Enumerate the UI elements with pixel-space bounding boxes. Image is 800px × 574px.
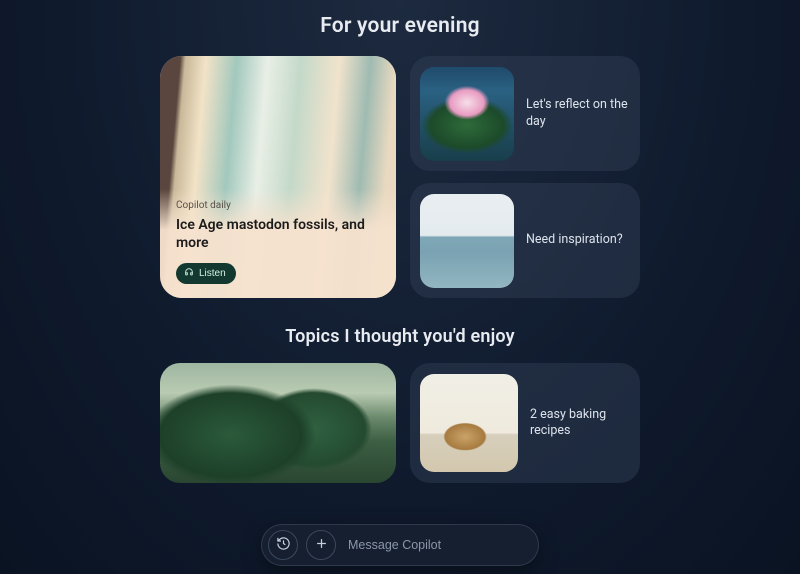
sea-thumbnail bbox=[420, 194, 514, 288]
hero-content: Copilot daily Ice Age mastodon fossils, … bbox=[176, 200, 380, 284]
side-card-inspiration[interactable]: Need inspiration? bbox=[410, 183, 640, 298]
evening-side-column: Let's reflect on the day Need inspiratio… bbox=[410, 56, 640, 298]
section-title-evening: For your evening bbox=[160, 14, 640, 38]
headphones-icon bbox=[184, 267, 194, 280]
plus-icon bbox=[314, 536, 329, 554]
listen-button[interactable]: Listen bbox=[176, 263, 236, 284]
composer-bar bbox=[261, 524, 539, 566]
evening-row: Copilot daily Ice Age mastodon fossils, … bbox=[160, 56, 640, 298]
add-button[interactable] bbox=[306, 530, 336, 560]
bread-thumbnail bbox=[420, 374, 518, 472]
message-input[interactable] bbox=[344, 538, 494, 552]
side-card-label: Let's reflect on the day bbox=[526, 97, 630, 130]
topics-row: 2 easy baking recipes bbox=[160, 363, 640, 483]
hero-headline: Ice Age mastodon fossils, and more bbox=[176, 217, 380, 252]
topic-card-label: 2 easy baking recipes bbox=[530, 407, 630, 440]
side-card-reflect[interactable]: Let's reflect on the day bbox=[410, 56, 640, 171]
lotus-thumbnail bbox=[420, 67, 514, 161]
hero-card[interactable]: Copilot daily Ice Age mastodon fossils, … bbox=[160, 56, 396, 298]
listen-label: Listen bbox=[199, 268, 226, 279]
hero-eyebrow: Copilot daily bbox=[176, 200, 380, 211]
history-button[interactable] bbox=[268, 530, 298, 560]
history-icon bbox=[276, 536, 291, 554]
mic-button[interactable] bbox=[502, 530, 532, 560]
section-title-topics: Topics I thought you'd enjoy bbox=[160, 326, 640, 347]
topic-card-large[interactable] bbox=[160, 363, 396, 483]
topic-card-baking[interactable]: 2 easy baking recipes bbox=[410, 363, 640, 483]
side-card-label: Need inspiration? bbox=[526, 232, 623, 248]
